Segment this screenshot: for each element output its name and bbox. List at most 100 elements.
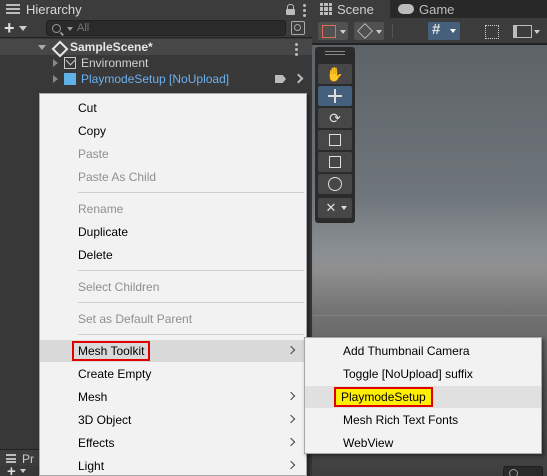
menu-item-label: Rename bbox=[78, 202, 124, 216]
menu-item-delete[interactable]: Delete bbox=[40, 244, 306, 266]
chevron-right-icon bbox=[286, 460, 296, 470]
move-tool-button[interactable] bbox=[318, 86, 352, 106]
list-icon bbox=[6, 3, 20, 15]
chevron-right-icon bbox=[286, 414, 296, 424]
menu-item-label: Mesh bbox=[78, 390, 108, 404]
submenu-item-webview[interactable]: WebView bbox=[305, 432, 541, 454]
gamepad-icon bbox=[398, 4, 414, 14]
unity-scene-icon bbox=[52, 41, 65, 54]
foldout-expanded-icon[interactable] bbox=[38, 44, 46, 50]
draw-mode-dropdown[interactable] bbox=[510, 22, 546, 40]
submenu-item-mesh-rich-text-fonts[interactable]: Mesh Rich Text Fonts bbox=[305, 409, 541, 431]
menu-item-select-children: Select Children bbox=[40, 276, 306, 298]
view-tool-button[interactable]: ✋ bbox=[318, 64, 352, 84]
tab-game[interactable]: Game bbox=[394, 0, 464, 18]
submenu-item-toggle-noupload[interactable]: Toggle [NoUpload] suffix bbox=[305, 363, 541, 385]
menu-item-effects[interactable]: Effects bbox=[40, 432, 306, 454]
foldout-collapsed-icon[interactable] bbox=[53, 75, 58, 83]
grid-icon bbox=[320, 3, 332, 15]
create-button[interactable]: + bbox=[4, 19, 34, 37]
rotate-tool-button[interactable]: ⟳ bbox=[318, 108, 352, 128]
scene-tabbar: Scene Game bbox=[312, 0, 547, 18]
hand-icon: ✋ bbox=[326, 65, 344, 82]
menu-item-cut[interactable]: Cut bbox=[40, 97, 306, 119]
increment-snap-icon[interactable] bbox=[482, 22, 504, 40]
menu-item-create-empty[interactable]: Create Empty bbox=[40, 363, 306, 385]
tag-icon bbox=[275, 75, 286, 83]
menu-item-label: Light bbox=[78, 459, 105, 473]
chevron-down-icon bbox=[18, 25, 27, 31]
chevron-right-icon bbox=[286, 345, 296, 355]
tab-scene[interactable]: Scene bbox=[312, 0, 390, 18]
plus-icon[interactable]: + bbox=[7, 463, 16, 476]
menu-item-label: Paste As Child bbox=[78, 170, 157, 184]
chevron-right-icon[interactable] bbox=[293, 73, 304, 84]
transform-tool-button[interactable] bbox=[318, 174, 352, 194]
menu-item-label: Cut bbox=[78, 101, 97, 115]
menu-item-light[interactable]: Light bbox=[40, 455, 306, 476]
wrench-icon: ✕ bbox=[325, 200, 337, 215]
menu-separator bbox=[78, 302, 304, 303]
submenu-item-add-thumbnail-camera[interactable]: Add Thumbnail Camera bbox=[305, 340, 541, 362]
menu-item-set-default-parent: Set as Default Parent bbox=[40, 308, 306, 330]
hierarchy-tabbar: Hierarchy bbox=[0, 0, 312, 18]
rotate-icon: ⟳ bbox=[329, 109, 341, 126]
horizon-line bbox=[312, 315, 547, 316]
menu-item-duplicate[interactable]: Duplicate bbox=[40, 221, 306, 243]
menu-item-label: PlaymodeSetup bbox=[341, 390, 426, 404]
menu-item-rename: Rename bbox=[40, 198, 306, 220]
menu-item-label: Mesh Rich Text Fonts bbox=[343, 413, 459, 427]
pivot-mode-dropdown[interactable] bbox=[318, 22, 348, 40]
grid-snapping-dropdown[interactable] bbox=[428, 21, 460, 40]
menu-separator bbox=[78, 192, 304, 193]
hierarchy-toolbar: + bbox=[0, 18, 312, 38]
global-local-dropdown[interactable] bbox=[354, 22, 384, 40]
lock-icon[interactable] bbox=[286, 4, 295, 15]
submenu-item-playmodesetup[interactable]: PlaymodeSetup bbox=[305, 386, 541, 408]
menu-item-label: Set as Default Parent bbox=[78, 312, 193, 326]
chevron-right-icon bbox=[286, 391, 296, 401]
scene-toolbar bbox=[312, 18, 547, 44]
scale-tool-button[interactable] bbox=[318, 130, 352, 150]
scene-name: SampleScene* bbox=[70, 40, 153, 54]
menu-item-label: Delete bbox=[78, 248, 113, 262]
menu-item-copy[interactable]: Copy bbox=[40, 120, 306, 142]
custom-tools-button[interactable]: ✕ bbox=[318, 198, 352, 218]
context-menu: Cut Copy Paste Paste As Child Rename Dup… bbox=[39, 93, 307, 476]
search-icon bbox=[52, 23, 61, 33]
tab-controls bbox=[286, 2, 306, 17]
mesh-toolkit-submenu: Add Thumbnail Camera Toggle [NoUpload] s… bbox=[304, 337, 542, 454]
menu-item-label: 3D Object bbox=[78, 413, 132, 427]
menu-item-mesh-toolkit[interactable]: Mesh Toolkit bbox=[40, 340, 306, 362]
menu-separator bbox=[78, 270, 304, 271]
drag-handle-icon[interactable] bbox=[325, 51, 345, 55]
search-input[interactable] bbox=[77, 22, 257, 34]
gameobject-icon bbox=[64, 57, 76, 69]
rect-tool-button[interactable] bbox=[318, 152, 352, 172]
hierarchy-tab-title: Hierarchy bbox=[26, 1, 82, 17]
annotation-highlight: Mesh Toolkit bbox=[72, 341, 151, 361]
hierarchy-item-label: PlaymodeSetup [NoUpload] bbox=[81, 72, 230, 86]
project-tab[interactable]: Pr bbox=[0, 449, 40, 466]
menu-separator bbox=[78, 334, 304, 335]
search-field[interactable] bbox=[46, 20, 286, 36]
menu-item-paste: Paste bbox=[40, 143, 306, 165]
menu-item-3d-object[interactable]: 3D Object bbox=[40, 409, 306, 431]
search-icon[interactable] bbox=[503, 466, 543, 476]
tab-label: Scene bbox=[337, 1, 374, 17]
menu-item-paste-as-child: Paste As Child bbox=[40, 166, 306, 188]
more-icon[interactable] bbox=[303, 4, 306, 17]
hierarchy-item-environment[interactable]: Environment bbox=[0, 55, 312, 71]
foldout-collapsed-icon[interactable] bbox=[53, 59, 58, 67]
hierarchy-tab[interactable]: Hierarchy bbox=[0, 0, 312, 18]
chevron-down-icon[interactable] bbox=[20, 469, 26, 473]
tab-label: Game bbox=[419, 1, 455, 17]
hierarchy-item-playmodesetup[interactable]: PlaymodeSetup [NoUpload] bbox=[0, 71, 312, 87]
menu-item-mesh[interactable]: Mesh bbox=[40, 386, 306, 408]
menu-item-label: Toggle [NoUpload] suffix bbox=[343, 367, 473, 381]
hierarchy-item-label: Environment bbox=[81, 56, 149, 70]
menu-item-label: Copy bbox=[78, 124, 107, 138]
scene-search-options-icon[interactable] bbox=[291, 21, 305, 35]
scene-row[interactable]: SampleScene* bbox=[0, 39, 312, 56]
menu-item-label: Add Thumbnail Camera bbox=[343, 344, 470, 358]
